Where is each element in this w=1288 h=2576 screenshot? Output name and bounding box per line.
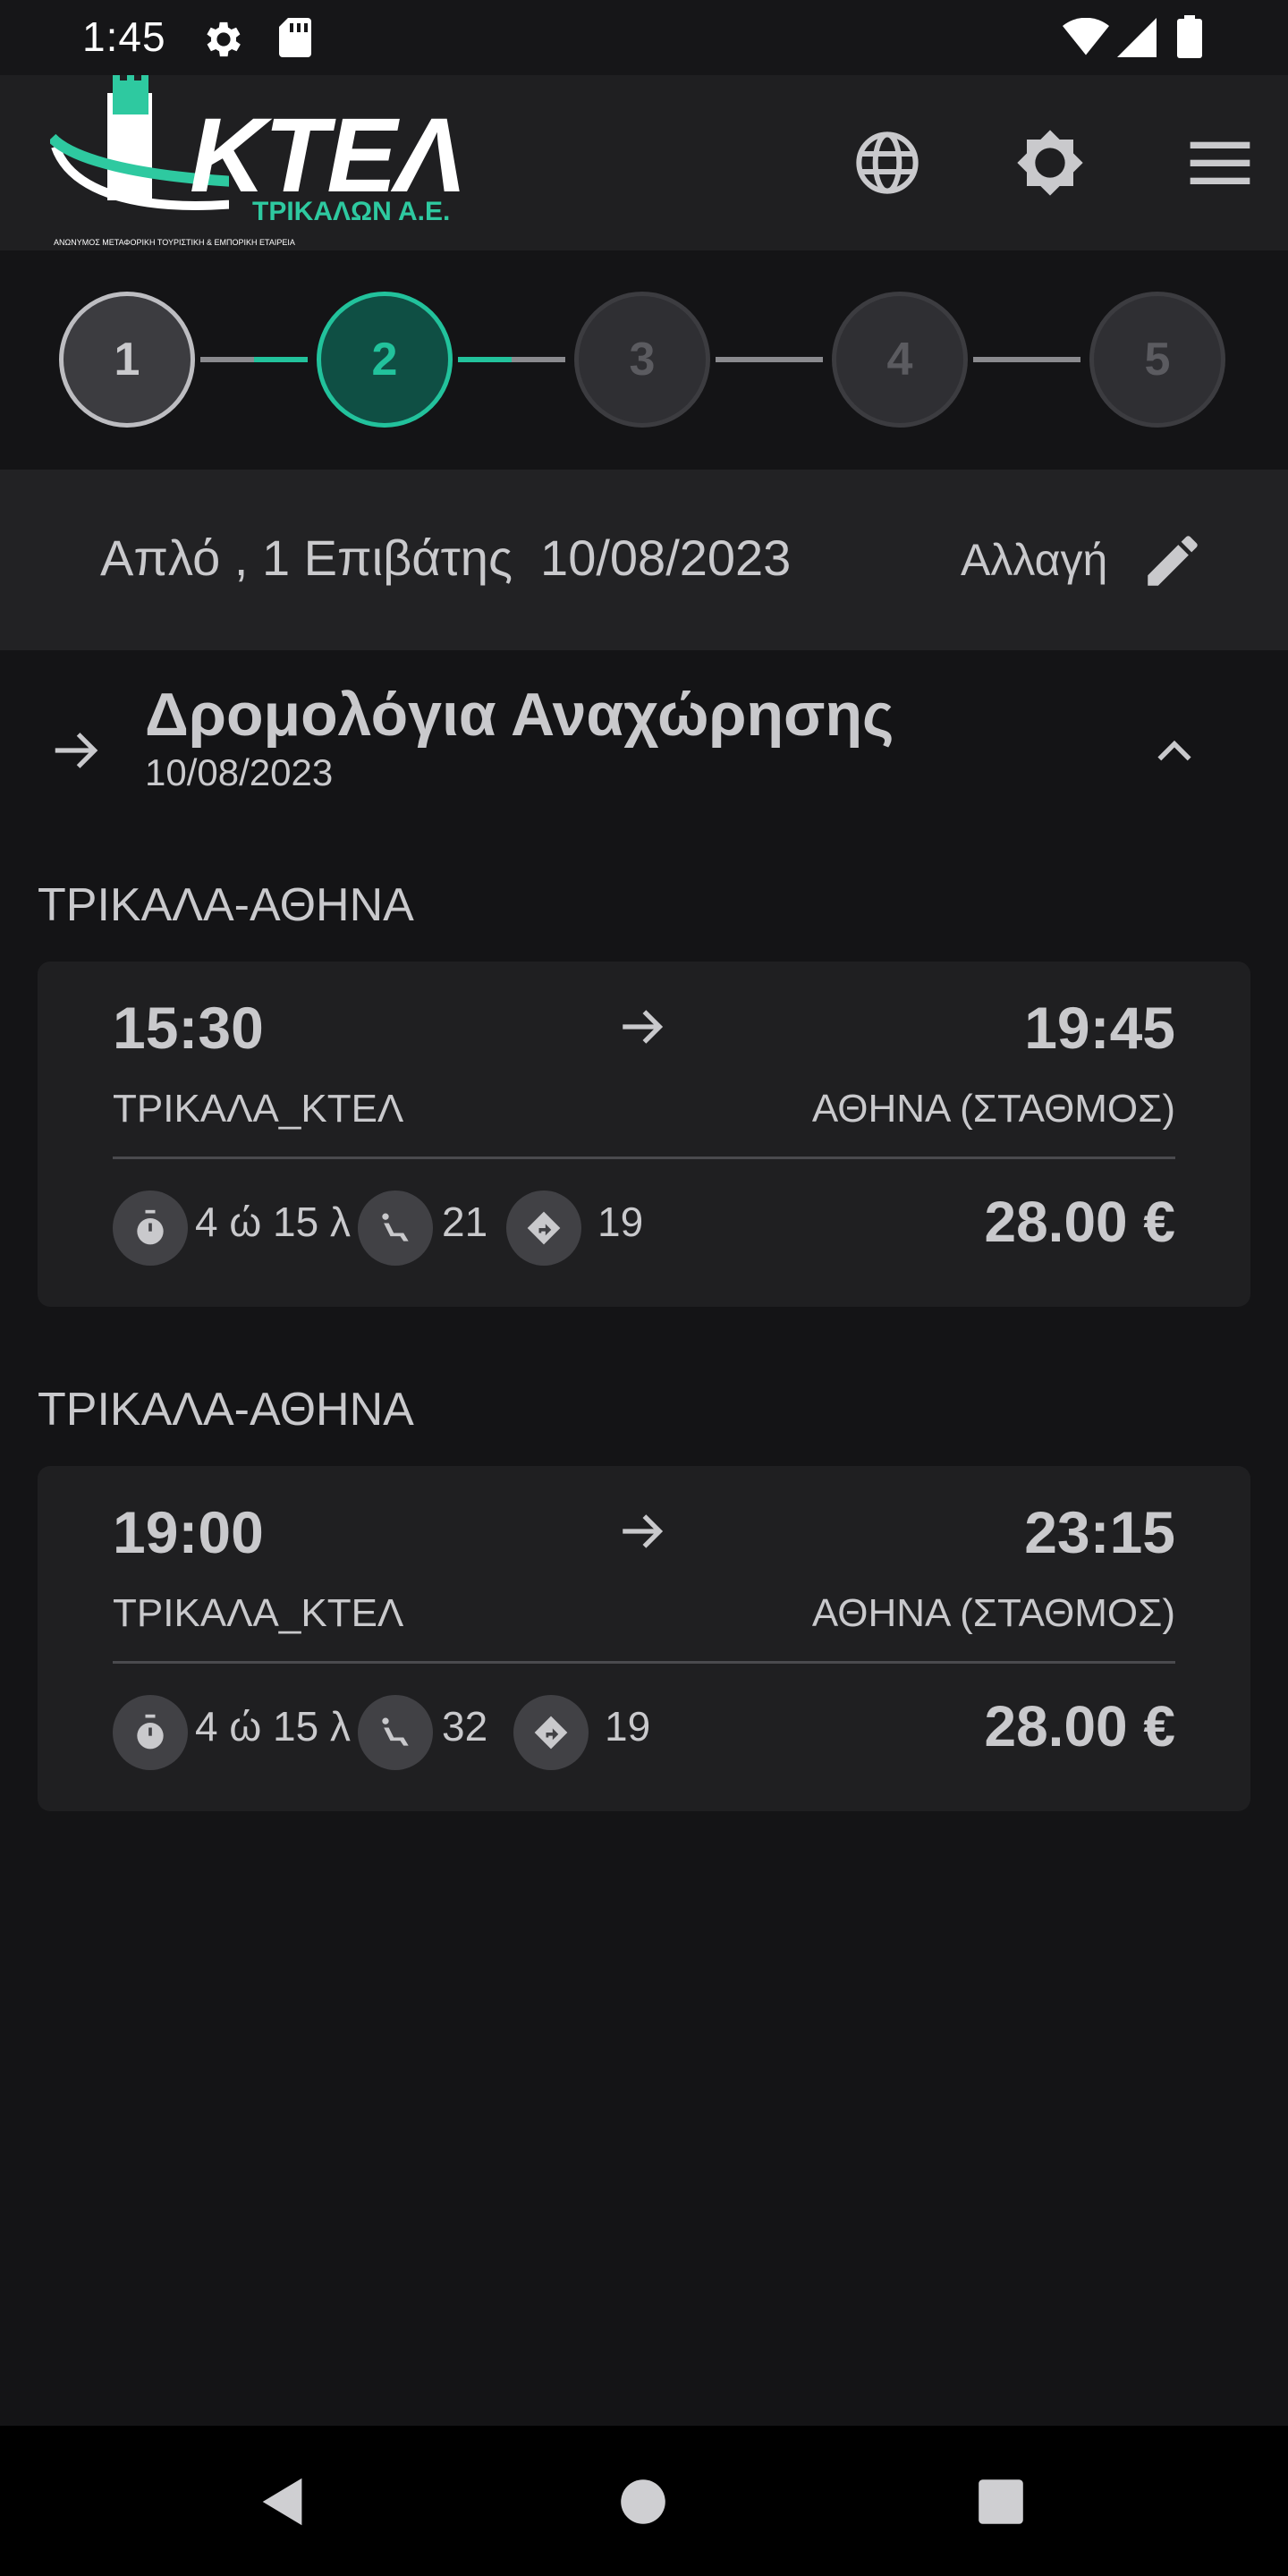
step-1[interactable]: 1 xyxy=(59,292,195,428)
trip-price: 28.00 € xyxy=(984,1694,1175,1758)
step-2[interactable]: 2 xyxy=(317,292,453,428)
battery-icon xyxy=(1177,15,1202,58)
menu-icon[interactable] xyxy=(1184,127,1256,199)
directions-icon xyxy=(513,1695,589,1770)
trip-summary-text: Απλό , 1 Επιβάτης 10/08/2023 xyxy=(100,530,792,586)
step-5: 5 xyxy=(1089,292,1225,428)
section-title: Δρομολόγια Αναχώρησης xyxy=(145,681,894,749)
divider xyxy=(113,1157,1175,1159)
home-icon[interactable] xyxy=(612,2470,674,2533)
timer-icon xyxy=(113,1191,188,1266)
arrow-right-icon xyxy=(55,733,98,768)
system-nav-bar xyxy=(0,2426,1288,2576)
booking-stepper: 1 2 3 4 5 xyxy=(0,250,1288,470)
step-4: 4 xyxy=(832,292,968,428)
trip-price: 28.00 € xyxy=(984,1190,1175,1254)
trip-card[interactable]: 19:00 23:15 ΤΡΙΚΑΛΑ_ΚΤΕΛ ΑΘΗΝΑ (ΣΤΑΘΜΟΣ)… xyxy=(38,1466,1250,1811)
signal-icon xyxy=(1117,18,1157,57)
step-connector xyxy=(200,357,308,362)
route-label: ΤΡΙΚΑΛΑ-ΑΘΗΝΑ xyxy=(38,1384,414,1436)
edit-icon[interactable] xyxy=(1140,528,1206,594)
step-connector xyxy=(458,357,565,362)
gear-icon xyxy=(207,21,241,57)
ktel-logo[interactable]: ΚΤΕΛ ΤΡΙΚΑΛΩΝ Α.Ε. ΑΝΩΝΥΜΟΣ ΜΕΤΑΦΟΡΙΚΗ Τ… xyxy=(50,75,470,250)
arrival-time: 19:45 xyxy=(1024,995,1175,1061)
departure-station: ΤΡΙΚΑΛΑ_ΚΤΕΛ xyxy=(113,1591,404,1635)
trip-card[interactable]: 15:30 19:45 ΤΡΙΚΑΛΑ_ΚΤΕΛ ΑΘΗΝΑ (ΣΤΑΘΜΟΣ)… xyxy=(38,962,1250,1307)
departure-time: 15:30 xyxy=(113,995,264,1061)
trip-duration: 4 ώ 15 λ xyxy=(195,1703,352,1750)
departure-time: 19:00 xyxy=(113,1499,264,1565)
status-time: 1:45 xyxy=(82,13,166,60)
wifi-icon xyxy=(1063,18,1109,55)
chevron-up-icon[interactable] xyxy=(1152,732,1197,767)
arrow-right-icon xyxy=(623,1010,664,1044)
trip-distance: 19 xyxy=(605,1703,651,1750)
available-seats: 32 xyxy=(442,1703,488,1750)
step-connector xyxy=(973,357,1080,362)
arrow-right-icon xyxy=(623,1514,664,1548)
seat-icon xyxy=(358,1695,433,1770)
app-header: ΚΤΕΛ ΤΡΙΚΑΛΩΝ Α.Ε. ΑΝΩΝΥΜΟΣ ΜΕΤΑΦΟΡΙΚΗ Τ… xyxy=(0,75,1288,250)
route-label: ΤΡΙΚΑΛΑ-ΑΘΗΝΑ xyxy=(38,879,414,931)
logo-subtitle: ΤΡΙΚΑΛΩΝ Α.Ε. xyxy=(252,197,451,226)
timer-icon xyxy=(113,1695,188,1770)
section-date: 10/08/2023 xyxy=(145,751,334,793)
departure-station: ΤΡΙΚΑΛΑ_ΚΤΕΛ xyxy=(113,1087,404,1131)
seat-icon xyxy=(358,1191,433,1266)
recents-icon[interactable] xyxy=(970,2470,1032,2533)
status-bar: 1:45 xyxy=(0,0,1288,75)
sd-card-icon xyxy=(279,18,311,57)
divider xyxy=(113,1661,1175,1664)
directions-icon xyxy=(506,1191,581,1266)
arrival-station: ΑΘΗΝΑ (ΣΤΑΘΜΟΣ) xyxy=(811,1591,1175,1635)
globe-icon[interactable] xyxy=(852,127,923,199)
trip-summary-bar: Απλό , 1 Επιβάτης 10/08/2023 Αλλαγή xyxy=(0,470,1288,650)
change-button[interactable]: Αλλαγή xyxy=(961,534,1107,586)
available-seats: 21 xyxy=(442,1199,488,1245)
trip-distance: 19 xyxy=(597,1199,644,1245)
step-connector xyxy=(716,357,823,362)
brightness-icon[interactable] xyxy=(1014,127,1086,199)
back-icon[interactable] xyxy=(252,2470,315,2533)
logo-tagline: ΑΝΩΝΥΜΟΣ ΜΕΤΑΦΟΡΙΚΗ ΤΟΥΡΙΣΤΙΚΗ & ΕΜΠΟΡΙΚ… xyxy=(54,238,295,247)
step-3: 3 xyxy=(574,292,710,428)
arrival-station: ΑΘΗΝΑ (ΣΤΑΘΜΟΣ) xyxy=(811,1087,1175,1131)
trip-duration: 4 ώ 15 λ xyxy=(195,1199,352,1245)
arrival-time: 23:15 xyxy=(1024,1499,1175,1565)
